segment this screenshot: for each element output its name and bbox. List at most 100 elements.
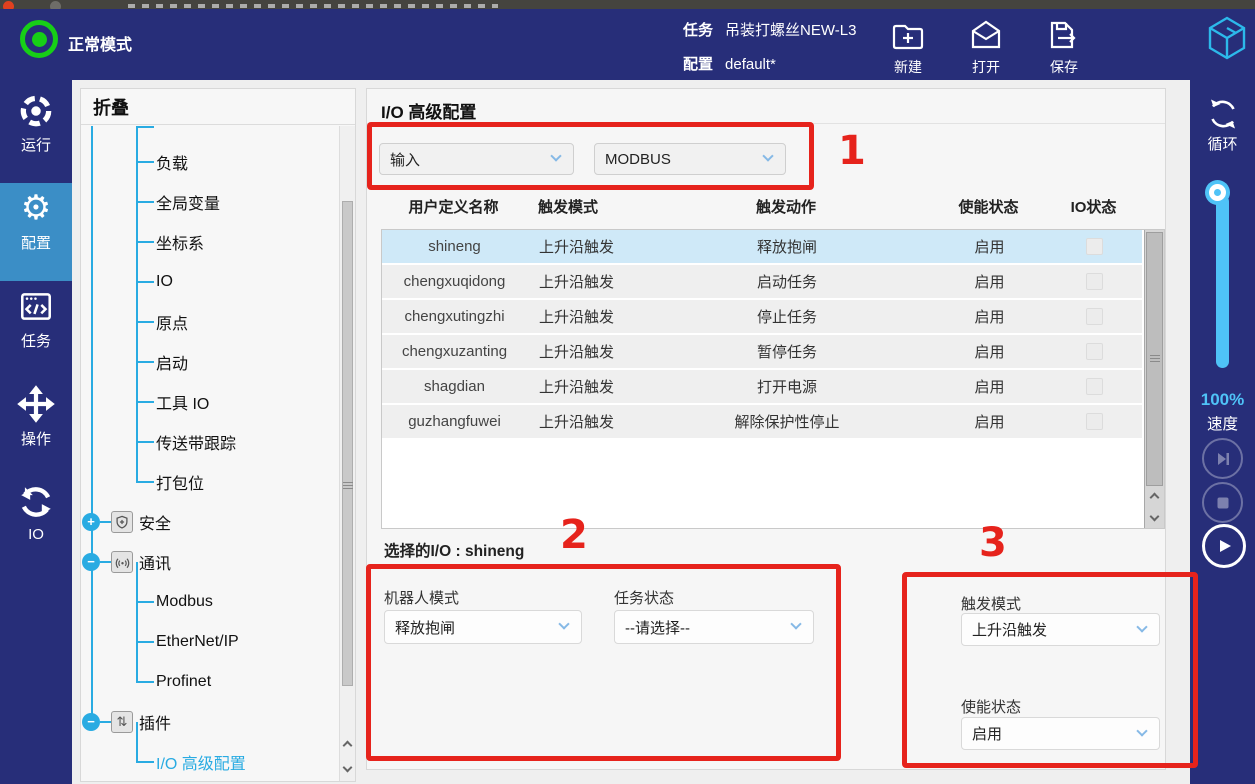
tree-item-io-advanced-selected[interactable]: I/O 高级配置 bbox=[81, 742, 339, 781]
nav-item-task[interactable]: 任务 bbox=[0, 281, 72, 379]
tree-item[interactable]: 原点 bbox=[81, 302, 339, 342]
task-state-label: 任务状态 bbox=[614, 587, 674, 608]
open-button[interactable]: 打开 bbox=[955, 17, 1017, 77]
tree-group-label: 插件 bbox=[139, 710, 171, 734]
io-swap-arrows-icon bbox=[0, 477, 72, 521]
io-status-checkbox[interactable] bbox=[1086, 238, 1103, 255]
tree-scrollbar-thumb[interactable] bbox=[342, 201, 353, 686]
tree-item[interactable]: IO bbox=[81, 262, 339, 302]
scroll-up-button[interactable] bbox=[1145, 488, 1164, 507]
tree-item[interactable]: Modbus bbox=[81, 582, 339, 622]
table-row[interactable]: shagdian 上升沿触发 打开电源 启用 bbox=[382, 370, 1142, 405]
step-button[interactable] bbox=[1202, 438, 1243, 479]
task-row: 任务吊装打螺丝NEW-L3 bbox=[683, 19, 856, 40]
nav-item-config[interactable]: ⚙ 配置 bbox=[0, 183, 72, 281]
enable-state-dropdown[interactable]: 启用 bbox=[961, 717, 1160, 750]
config-tree-panel: 折叠 负载 全局变量 坐标系 IO 原点 启动 bbox=[80, 88, 356, 782]
tree-group-safety[interactable]: + 安全 bbox=[81, 502, 339, 542]
play-button[interactable] bbox=[1202, 524, 1246, 568]
tree-scrollbar[interactable] bbox=[339, 126, 355, 781]
scroll-down-button[interactable] bbox=[1145, 507, 1164, 526]
cell-trigger-mode: 上升沿触发 bbox=[527, 271, 642, 292]
io-status-checkbox[interactable] bbox=[1086, 413, 1103, 430]
nav-label: IO bbox=[0, 526, 72, 543]
nav-label: 运行 bbox=[0, 134, 72, 155]
tree-collapse-header[interactable]: 折叠 bbox=[81, 89, 355, 125]
io-status-checkbox[interactable] bbox=[1086, 378, 1103, 395]
tree-item[interactable]: 全局变量 bbox=[81, 182, 339, 222]
nav-item-run[interactable]: 运行 bbox=[0, 85, 72, 183]
nav-label: 任务 bbox=[0, 330, 72, 351]
table-scrollbar[interactable] bbox=[1144, 230, 1164, 528]
cycle-icon[interactable] bbox=[1190, 96, 1255, 137]
cell-name: chengxutingzhi bbox=[382, 308, 527, 325]
io-table-rows: shineng 上升沿触发 释放抱闸 启用 chengxuqidong 上升沿触… bbox=[382, 230, 1144, 440]
protocol-dropdown[interactable]: MODBUS bbox=[594, 143, 786, 175]
save-button[interactable]: 保存 bbox=[1033, 17, 1095, 77]
cell-name: chengxuzanting bbox=[382, 343, 527, 360]
tree-item[interactable]: 传送带跟踪 bbox=[81, 422, 339, 462]
chevron-down-icon bbox=[1136, 725, 1147, 736]
skip-icon bbox=[1214, 450, 1232, 468]
config-value: default* bbox=[725, 56, 776, 73]
expand-plus-icon[interactable]: + bbox=[82, 513, 100, 531]
nav-label: 操作 bbox=[0, 428, 72, 449]
table-row[interactable]: guzhangfuwei 上升沿触发 解除保护性停止 启用 bbox=[382, 405, 1142, 440]
tree-item[interactable]: 坐标系 bbox=[81, 222, 339, 262]
robot-mode-dropdown[interactable]: 释放抱闸 bbox=[384, 610, 582, 644]
scroll-down-button[interactable] bbox=[340, 757, 355, 777]
tree-item[interactable]: 启动 bbox=[81, 342, 339, 382]
speed-slider-track[interactable] bbox=[1216, 195, 1229, 368]
io-status-checkbox[interactable] bbox=[1086, 308, 1103, 325]
tree-group-label: 安全 bbox=[139, 510, 171, 534]
cell-name: shagdian bbox=[382, 378, 527, 395]
cell-enable-state: 启用 bbox=[932, 411, 1047, 432]
table-scrollbar-thumb[interactable] bbox=[1146, 232, 1163, 486]
tree-item[interactable]: Profinet bbox=[81, 662, 339, 702]
trigger-mode-dropdown[interactable]: 上升沿触发 bbox=[961, 613, 1160, 646]
table-row[interactable]: chengxutingzhi 上升沿触发 停止任务 启用 bbox=[382, 300, 1142, 335]
cell-trigger-mode: 上升沿触发 bbox=[527, 306, 642, 327]
save-icon bbox=[1033, 17, 1095, 55]
enable-state-label: 使能状态 bbox=[961, 696, 1021, 717]
robot-mode-label: 机器人模式 bbox=[384, 587, 459, 608]
cell-enable-state: 启用 bbox=[932, 271, 1047, 292]
collapse-minus-icon[interactable]: − bbox=[82, 713, 100, 731]
scrollbar-grip-icon bbox=[343, 482, 353, 490]
os-titlebar bbox=[0, 0, 1255, 9]
title-divider bbox=[367, 123, 1165, 124]
stop-button[interactable] bbox=[1202, 482, 1243, 523]
cell-trigger-action: 启动任务 bbox=[642, 271, 932, 292]
collapse-minus-icon[interactable]: − bbox=[82, 553, 100, 571]
cell-trigger-action: 释放抱闸 bbox=[642, 236, 932, 257]
table-row[interactable]: chengxuqidong 上升沿触发 启动任务 启用 bbox=[382, 265, 1142, 300]
col-header-name: 用户定义名称 bbox=[381, 196, 526, 217]
tree-group-comm[interactable]: − 通讯 bbox=[81, 542, 339, 582]
antenna-icon bbox=[111, 551, 133, 573]
task-state-value: --请选择-- bbox=[625, 617, 690, 638]
table-row[interactable]: chengxuzanting 上升沿触发 暂停任务 启用 bbox=[382, 335, 1142, 370]
app-header: 正常模式 任务吊装打螺丝NEW-L3 配置default* 新建 打开 bbox=[0, 9, 1255, 80]
tree-item[interactable]: 负载 bbox=[81, 142, 339, 182]
new-button[interactable]: 新建 bbox=[877, 17, 939, 77]
cell-name: chengxuqidong bbox=[382, 273, 527, 290]
enable-state-value: 启用 bbox=[972, 723, 1002, 744]
speed-slider-knob[interactable] bbox=[1209, 184, 1226, 201]
io-direction-dropdown[interactable]: 输入 bbox=[379, 143, 574, 175]
nav-item-operate[interactable]: 操作 bbox=[0, 379, 72, 477]
task-state-dropdown[interactable]: --请选择-- bbox=[614, 610, 814, 644]
cycle-label: 循环 bbox=[1190, 133, 1255, 154]
tree-group-plugin[interactable]: − ⇅ 插件 bbox=[81, 702, 339, 742]
tree-item[interactable]: 打包位 bbox=[81, 462, 339, 502]
left-nav-sidebar: 运行 ⚙ 配置 任务 bbox=[0, 80, 72, 784]
table-row[interactable]: shineng 上升沿触发 释放抱闸 启用 bbox=[382, 230, 1142, 265]
cell-enable-state: 启用 bbox=[932, 236, 1047, 257]
tree-item[interactable]: EtherNet/IP bbox=[81, 622, 339, 662]
status-green-dot bbox=[32, 32, 47, 47]
io-status-checkbox[interactable] bbox=[1086, 273, 1103, 290]
io-status-checkbox[interactable] bbox=[1086, 343, 1103, 360]
scroll-up-button[interactable] bbox=[340, 735, 355, 755]
nav-item-io[interactable]: IO bbox=[0, 477, 72, 575]
tree-item[interactable]: 工具 IO bbox=[81, 382, 339, 422]
cell-name: shineng bbox=[382, 238, 527, 255]
